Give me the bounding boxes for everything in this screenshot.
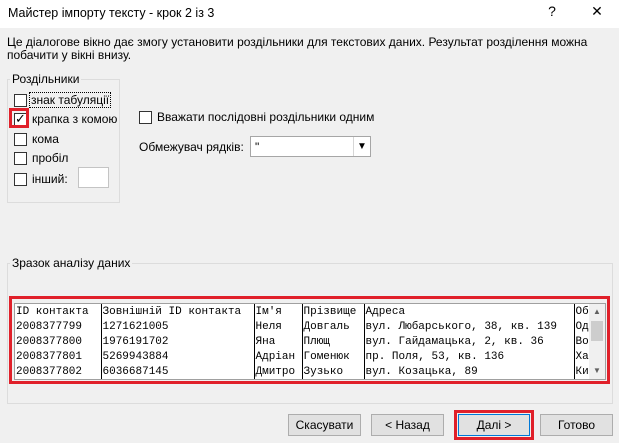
other-checkbox[interactable] (14, 172, 27, 186)
intro-text: Це діалогове вікно дає змогу установити … (7, 35, 588, 62)
delimiters-group-label: Роздільники (10, 72, 82, 86)
comma-checkbox[interactable] (14, 132, 27, 146)
consecutive-label: Вважати послідовні роздільники одним (157, 110, 375, 124)
space-delimiter-option[interactable]: пробіл (14, 150, 68, 166)
tab-delimiter-option[interactable]: знак табуляції (14, 92, 112, 108)
consecutive-checkbox[interactable] (139, 110, 152, 124)
other-delimiter-option[interactable]: інший: (14, 171, 68, 187)
finish-button[interactable]: Готово (540, 414, 613, 436)
semicolon-highlight (9, 108, 29, 128)
space-checkbox[interactable] (14, 151, 27, 165)
tab-checkbox[interactable] (14, 93, 27, 107)
text-qualifier-label: Обмежувач рядків: (139, 140, 244, 154)
text-qualifier-select[interactable]: " ▼ (250, 136, 371, 157)
tab-label: знак табуляції (29, 92, 112, 108)
preview-group-label: Зразок аналізу даних (10, 256, 133, 270)
text-qualifier-value: " (255, 140, 260, 154)
cancel-button[interactable]: Скасувати (288, 414, 361, 436)
comma-label: кома (32, 132, 59, 146)
comma-delimiter-option[interactable]: кома (14, 131, 59, 147)
other-label: інший: (32, 172, 68, 186)
window-title: Майстер імпорту тексту - крок 2 із 3 (8, 6, 215, 20)
semicolon-delimiter-option[interactable]: ✓ крапка з комою (14, 111, 117, 127)
other-delimiter-input[interactable] (78, 167, 109, 188)
back-button[interactable]: < Назад (371, 414, 444, 436)
chevron-down-icon[interactable]: ▼ (353, 137, 370, 156)
help-button[interactable]: ? (540, 3, 564, 25)
preview-highlight (9, 296, 610, 384)
next-highlight (454, 410, 534, 440)
close-button[interactable]: ✕ (584, 3, 610, 25)
title-bar: Майстер імпорту тексту - крок 2 із 3 ? ✕ (0, 0, 619, 28)
space-label: пробіл (32, 151, 69, 165)
semicolon-label: крапка з комою (32, 112, 118, 126)
consecutive-delimiters-option[interactable]: Вважати послідовні роздільники одним (139, 109, 374, 125)
